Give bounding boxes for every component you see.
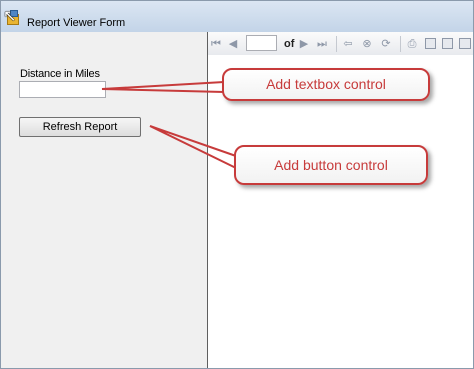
textbox-callout: Add textbox control — [222, 68, 430, 101]
textbox-callout-pointer — [101, 81, 225, 93]
button-callout-pointer — [149, 125, 237, 169]
button-callout: Add button control — [234, 145, 428, 185]
